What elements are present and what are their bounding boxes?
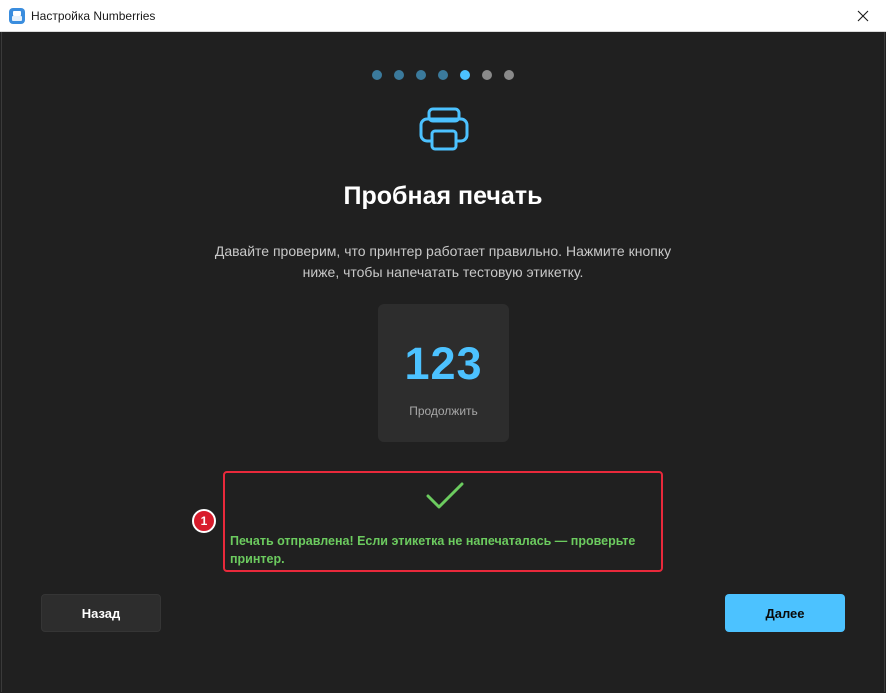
- title-bar: Настройка Numberries: [0, 0, 886, 32]
- printer-app-icon: [9, 8, 25, 24]
- label-caption: Продолжить: [409, 404, 478, 418]
- page-description: Давайте проверим, что принтер работает п…: [214, 243, 672, 280]
- close-icon: [857, 10, 869, 21]
- step-dot-7: [504, 70, 514, 80]
- step-dot-1: [372, 70, 382, 80]
- close-button[interactable]: [840, 0, 886, 31]
- label-number: 123: [404, 338, 483, 389]
- back-button[interactable]: Назад: [41, 594, 161, 632]
- printer-icon: [419, 107, 469, 151]
- status-message: Печать отправлена! Если этикетка не напе…: [230, 534, 636, 566]
- status-message-box: Печать отправлена! Если этикетка не напе…: [223, 471, 663, 572]
- step-dot-4: [438, 70, 448, 80]
- step-dot-5: [460, 70, 470, 80]
- page-title: Пробная печать: [343, 182, 543, 210]
- window-title: Настройка Numberries: [31, 9, 156, 23]
- annotation-badge: 1: [192, 509, 216, 533]
- checkmark-icon: [426, 482, 464, 509]
- test-label-preview: 123 Продолжить: [378, 304, 509, 442]
- step-dot-3: [416, 70, 426, 80]
- step-dot-2: [394, 70, 404, 80]
- step-dot-6: [482, 70, 492, 80]
- next-button[interactable]: Далее: [725, 594, 845, 632]
- step-progress-dots: [0, 70, 886, 82]
